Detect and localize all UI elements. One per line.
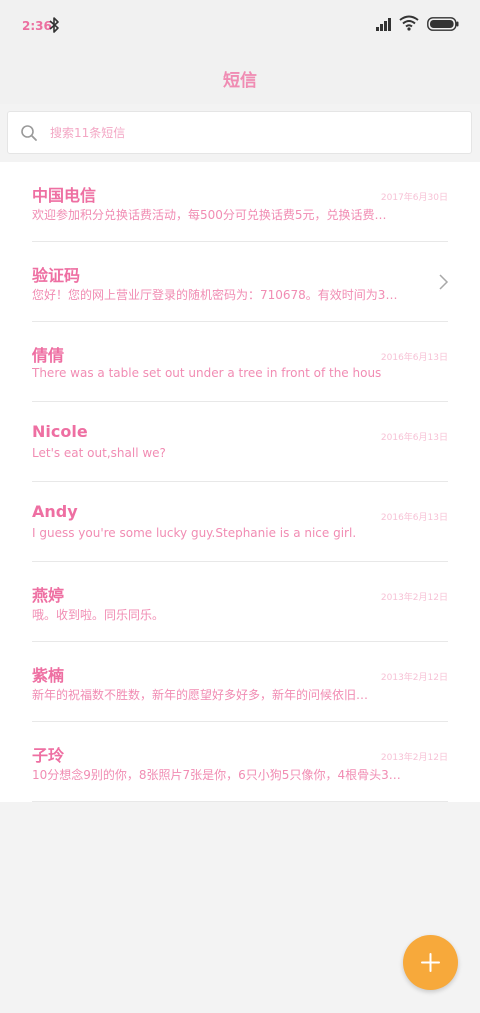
new-message-button[interactable] — [403, 935, 458, 990]
message-preview: 欢迎参加积分兑换话费活动，每500分可兑换话费5元，兑换话费… — [32, 208, 387, 222]
cellular-signal-icon — [376, 18, 391, 31]
message-preview: 新年的祝福数不胜数，新年的愿望好多好多，新年的问候依旧… — [32, 688, 369, 702]
message-date: 2016年6月13日 — [380, 513, 448, 523]
search-icon — [21, 125, 37, 141]
chevron-right-icon[interactable] — [438, 272, 450, 292]
message-date: 2013年2月12日 — [380, 673, 448, 683]
message-date: 2017年6月30日 — [380, 193, 448, 203]
wifi-icon — [399, 15, 419, 31]
search-bar — [0, 104, 480, 162]
contact-name: 倩倩 — [32, 346, 65, 365]
conversation-item[interactable]: 紫楠 2013年2月12日 新年的祝福数不胜数，新年的愿望好多好多，新年的问候依… — [0, 642, 480, 722]
page-title: 短信 — [223, 71, 257, 91]
message-date: 2016年6月13日 — [380, 353, 448, 363]
contact-name: Andy — [32, 502, 78, 521]
message-date: 2016年6月13日 — [380, 433, 448, 443]
contact-name: 燕婷 — [32, 586, 65, 605]
conversation-item[interactable]: 子玲 2013年2月12日 10分想念9别的你，8张照片7张是你，6只小狗5只像… — [0, 722, 480, 802]
contact-name: Nicole — [32, 422, 88, 441]
search-box[interactable] — [7, 111, 472, 154]
conversation-item[interactable]: 中国电信 2017年6月30日 欢迎参加积分兑换话费活动，每500分可兑换话费5… — [0, 162, 480, 242]
message-preview: 您好！您的网上营业厅登录的随机密码为：710678。有效时间为3… — [32, 288, 398, 302]
message-date: 2013年2月12日 — [380, 753, 448, 763]
conversation-item[interactable]: 倩倩 2016年6月13日 There was a table set out … — [0, 322, 480, 402]
contact-name: 验证码 — [32, 266, 81, 285]
message-preview: 哦。收到啦。同乐同乐。 — [32, 608, 165, 622]
message-preview: Let's eat out,shall we? — [32, 446, 166, 460]
plus-icon — [421, 953, 440, 972]
status-bar: 2:36 — [0, 0, 480, 50]
message-preview: There was a table set out under a tree i… — [32, 366, 382, 380]
conversation-list: 中国电信 2017年6月30日 欢迎参加积分兑换话费活动，每500分可兑换话费5… — [0, 162, 480, 802]
contact-name: 紫楠 — [32, 666, 65, 685]
message-preview: 10分想念9别的你，8张照片7张是你，6只小狗5只像你，4根骨头3… — [32, 768, 401, 782]
conversation-item[interactable]: Andy 2016年6月13日 I guess you're some luck… — [0, 482, 480, 562]
search-input[interactable] — [50, 122, 450, 144]
conversation-item[interactable]: 燕婷 2013年2月12日 哦。收到啦。同乐同乐。 — [0, 562, 480, 642]
message-preview: I guess you're some lucky guy.Stephanie … — [32, 526, 357, 540]
title-bar: 短信 — [0, 50, 480, 104]
contact-name: 子玲 — [32, 746, 65, 765]
battery-icon — [427, 17, 459, 31]
conversation-item[interactable]: Nicole 2016年6月13日 Let's eat out,shall we… — [0, 402, 480, 482]
contact-name: 中国电信 — [32, 186, 97, 205]
conversation-item[interactable]: 验证码 您好！您的网上营业厅登录的随机密码为：710678。有效时间为3… — [0, 242, 480, 322]
bluetooth-icon — [49, 17, 59, 33]
divider — [32, 801, 448, 802]
message-date: 2013年2月12日 — [380, 593, 448, 603]
